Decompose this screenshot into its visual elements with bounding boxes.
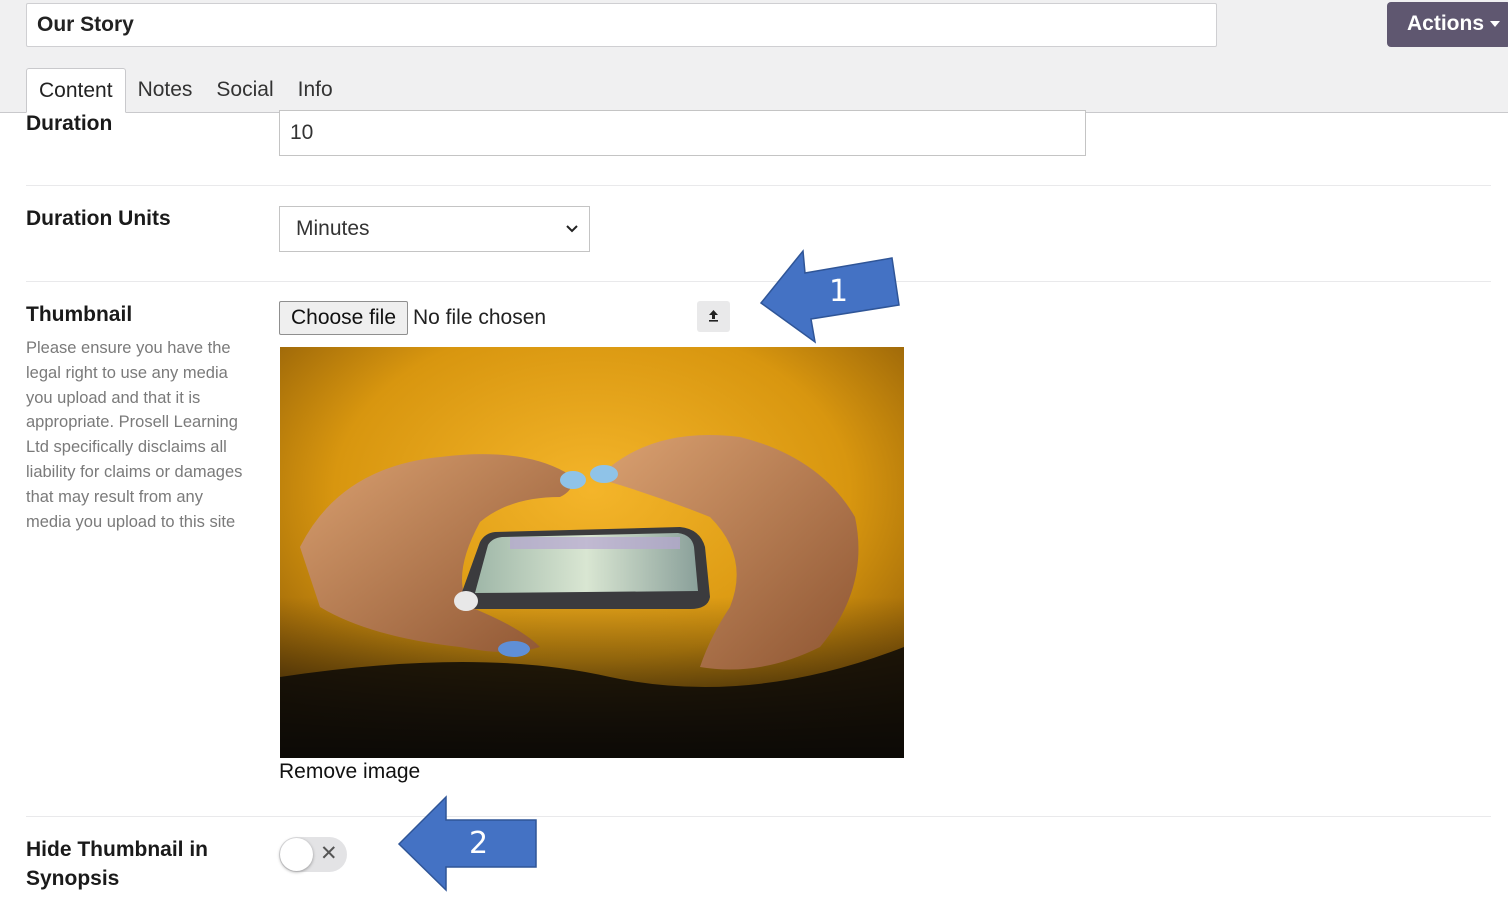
- duration-units-select[interactable]: Minutes: [279, 206, 590, 252]
- annotation-number-2: 2: [469, 826, 489, 861]
- duration-units-label: Duration Units: [26, 207, 171, 230]
- hide-thumbnail-label: Hide Thumbnail in Synopsis: [26, 835, 208, 893]
- choose-file-button[interactable]: Choose file: [279, 301, 408, 335]
- divider: [26, 185, 1491, 186]
- actions-button[interactable]: Actions: [1387, 2, 1508, 47]
- thumbnail-help-text: Please ensure you have the legal right t…: [26, 339, 243, 531]
- title-input[interactable]: Our Story: [26, 3, 1217, 47]
- tab-content[interactable]: Content: [26, 68, 126, 113]
- duration-units-value: Minutes: [296, 217, 370, 240]
- chevron-down-icon: [566, 225, 578, 233]
- actions-label: Actions: [1407, 12, 1485, 35]
- tab-social[interactable]: Social: [204, 68, 285, 113]
- thumbnail-label: Thumbnail: [26, 303, 133, 326]
- file-status: No file chosen: [413, 306, 547, 329]
- duration-label: Duration: [26, 112, 113, 135]
- toggle-knob: [280, 838, 313, 871]
- hide-thumbnail-label-line1: Hide Thumbnail in: [26, 838, 208, 861]
- caret-down-icon: [1490, 21, 1501, 28]
- tab-bar: Content Notes Social Info: [26, 68, 345, 113]
- tab-notes[interactable]: Notes: [126, 68, 205, 113]
- divider: [26, 816, 1491, 817]
- duration-input[interactable]: 10: [279, 110, 1086, 156]
- annotation-number-1: 1: [829, 274, 849, 309]
- tab-info[interactable]: Info: [286, 68, 345, 113]
- hide-thumbnail-label-line2: Synopsis: [26, 867, 120, 890]
- form-header: Our Story Actions Content Notes Social I…: [0, 0, 1508, 113]
- thumbnail-image: [280, 347, 904, 758]
- upload-icon: [709, 310, 718, 322]
- remove-image-link[interactable]: Remove image: [279, 758, 420, 786]
- upload-button[interactable]: [697, 301, 730, 332]
- hide-thumbnail-toggle[interactable]: ✕: [279, 837, 347, 872]
- close-icon: ✕: [320, 842, 338, 865]
